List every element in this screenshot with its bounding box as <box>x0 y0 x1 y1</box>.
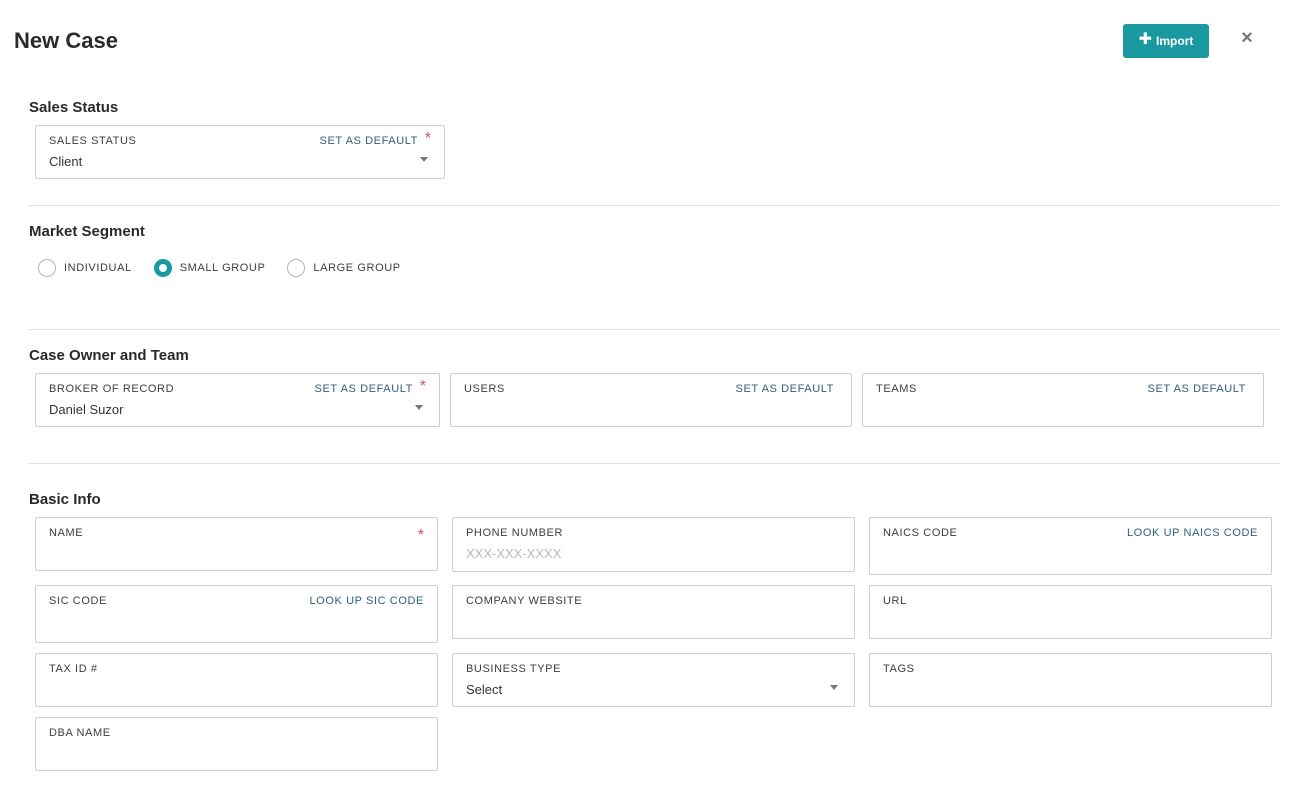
close-icon[interactable]: × <box>1239 28 1255 48</box>
page-title: New Case <box>14 28 118 53</box>
tax-id-label: TAX ID # <box>49 663 98 675</box>
section-title-case-owner: Case Owner and Team <box>29 347 189 364</box>
tags-label: TAGS <box>883 663 915 675</box>
company-website-label: COMPANY WEBSITE <box>466 595 583 607</box>
business-type-value: Select <box>466 682 503 697</box>
sic-code-field[interactable]: SIC CODE LOOK UP SIC CODE <box>35 585 438 643</box>
url-label: URL <box>883 595 907 607</box>
broker-set-default-link[interactable]: SET AS DEFAULT <box>315 383 413 395</box>
sales-status-label: SALES STATUS <box>49 135 137 147</box>
radio-individual[interactable]: INDIVIDUAL <box>38 259 132 277</box>
dba-name-field[interactable]: DBA NAME <box>35 717 438 771</box>
divider <box>28 463 1279 464</box>
radio-circle <box>287 259 306 277</box>
market-segment-radio-group: INDIVIDUAL SMALL GROUP LARGE GROUP <box>38 259 423 277</box>
required-marker: * <box>419 378 426 395</box>
users-label: USERS <box>464 383 505 395</box>
chevron-down-icon <box>420 157 428 162</box>
chevron-down-icon <box>830 685 838 690</box>
users-field[interactable]: USERS SET AS DEFAULT <box>450 373 852 427</box>
section-title-market-segment: Market Segment <box>29 223 145 240</box>
company-website-field[interactable]: COMPANY WEBSITE <box>452 585 855 639</box>
name-label: NAME <box>49 527 84 539</box>
sic-label: SIC CODE <box>49 595 107 607</box>
sales-status-select[interactable]: SALES STATUS SET AS DEFAULT * Client <box>35 125 445 179</box>
plus-icon: ✚ <box>1138 31 1153 48</box>
radio-label-small-group: SMALL GROUP <box>179 262 266 274</box>
look-up-naics-link[interactable]: LOOK UP NAICS CODE <box>1127 527 1258 539</box>
radio-circle-selected <box>153 259 172 277</box>
required-marker: * <box>417 527 424 544</box>
divider <box>28 329 1279 330</box>
business-type-label: BUSINESS TYPE <box>466 663 562 675</box>
look-up-sic-link[interactable]: LOOK UP SIC CODE <box>309 595 424 607</box>
naics-code-field[interactable]: NAICS CODE LOOK UP NAICS CODE <box>869 517 1272 575</box>
radio-circle <box>38 259 56 277</box>
naics-label: NAICS CODE <box>883 527 958 539</box>
phone-number-field[interactable]: PHONE NUMBER XXX-XXX-XXXX <box>452 517 855 572</box>
section-title-sales-status: Sales Status <box>29 99 119 116</box>
radio-small-group[interactable]: SMALL GROUP <box>153 259 266 277</box>
users-set-default-link[interactable]: SET AS DEFAULT <box>736 383 834 395</box>
broker-label: BROKER OF RECORD <box>49 383 175 395</box>
import-button[interactable]: ✚ Import <box>1123 24 1209 58</box>
radio-large-group[interactable]: LARGE GROUP <box>287 259 400 277</box>
teams-field[interactable]: TEAMS SET AS DEFAULT <box>862 373 1264 427</box>
required-marker: * <box>424 130 431 147</box>
broker-value: Daniel Suzor <box>49 402 124 417</box>
tags-field[interactable]: TAGS <box>869 653 1272 707</box>
dba-name-label: DBA NAME <box>49 727 111 739</box>
radio-label-large-group: LARGE GROUP <box>313 262 401 274</box>
business-type-select[interactable]: BUSINESS TYPE Select <box>452 653 855 707</box>
sales-status-value: Client <box>49 154 83 169</box>
phone-label: PHONE NUMBER <box>466 527 564 539</box>
section-title-basic-info: Basic Info <box>29 491 101 508</box>
name-field[interactable]: NAME * <box>35 517 438 571</box>
broker-of-record-select[interactable]: BROKER OF RECORD SET AS DEFAULT * Daniel… <box>35 373 440 427</box>
phone-placeholder: XXX-XXX-XXXX <box>466 546 562 561</box>
url-field[interactable]: URL <box>869 585 1272 639</box>
teams-set-default-link[interactable]: SET AS DEFAULT <box>1148 383 1246 395</box>
tax-id-field[interactable]: TAX ID # <box>35 653 438 707</box>
chevron-down-icon <box>415 405 423 410</box>
radio-label-individual: INDIVIDUAL <box>64 262 132 274</box>
import-button-label: Import <box>1156 34 1194 48</box>
sales-status-set-default-link[interactable]: SET AS DEFAULT <box>320 135 418 147</box>
divider <box>28 205 1279 206</box>
teams-label: TEAMS <box>876 383 917 395</box>
